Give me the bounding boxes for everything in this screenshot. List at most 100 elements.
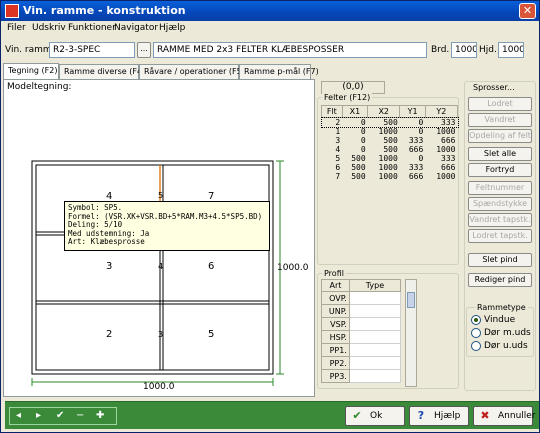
felter-cell: 0 <box>418 154 424 163</box>
menu-bar: Filer Udskriv Funktioner Navigator Hjælp <box>1 21 539 37</box>
profil-row[interactable]: OVP. <box>321 291 402 305</box>
felter-cell: 500 <box>383 118 398 127</box>
record-navigator: ◂ ▸ ✔ − ✚ <box>9 407 117 425</box>
radio-doer-m-uds[interactable] <box>471 328 481 338</box>
tab-raavare[interactable]: Råvare / operationer (F5) <box>139 64 245 79</box>
sprosser-button[interactable]: Slet alle <box>468 147 532 161</box>
felter-title: Felter (F12) <box>322 93 373 102</box>
felter-row[interactable]: 4 0 500 666 1000 <box>322 145 458 154</box>
sprosser-button[interactable]: Vandret <box>468 113 532 127</box>
felter-cell: 2 <box>335 118 341 127</box>
radio-label: Vindue <box>484 315 516 325</box>
profil-type[interactable] <box>348 369 402 383</box>
sprosser-button[interactable]: Opdeling af felt <box>468 129 532 143</box>
radio-doer-u-uds[interactable] <box>471 341 481 351</box>
tab-ramme-diverse[interactable]: Ramme diverse (F4) <box>59 64 145 79</box>
menu-hjaelp[interactable]: Hjælp <box>159 23 185 33</box>
radio-vindue[interactable] <box>471 315 481 325</box>
felter-cell: 500 <box>351 154 366 163</box>
profil-scrollbar[interactable] <box>405 279 417 387</box>
help-button[interactable]: ? Hjælp <box>409 406 469 426</box>
profil-type[interactable] <box>348 291 402 305</box>
profil-title: Profil <box>322 269 346 278</box>
felter-col[interactable]: X2 <box>367 105 401 118</box>
confirm-icon[interactable]: ✔ <box>56 410 64 421</box>
felter-col[interactable]: Flt <box>321 105 343 118</box>
profil-col[interactable]: Art <box>321 279 350 292</box>
profil-row[interactable]: PP3. <box>321 369 402 383</box>
sprosser-button[interactable]: Lodret tapstk. <box>468 229 532 243</box>
next-icon[interactable]: ▸ <box>36 410 41 421</box>
sprosser-button[interactable]: Fortryd <box>468 163 532 177</box>
drawing-area[interactable]: Modeltegning: 4 5 7 3 4 6 2 3 5 1000.0 1… <box>3 79 315 397</box>
bottom-bar: ◂ ▸ ✔ − ✚ ✔ Ok ? Hjælp ✖ Annuller <box>5 401 539 429</box>
browse-button[interactable]: ... <box>137 42 151 58</box>
felter-cell: 1000 <box>378 154 398 163</box>
ok-button[interactable]: ✔ Ok <box>345 406 405 426</box>
profil-art: PP3. <box>321 369 350 383</box>
add-icon[interactable]: ✚ <box>96 410 104 421</box>
felter-row[interactable]: 3 0 500 333 666 <box>322 136 458 145</box>
frame-outer <box>31 160 274 375</box>
tab-ramme-pmaal[interactable]: Ramme p-mål (F7) <box>239 64 319 79</box>
profil-row[interactable]: PP2. <box>321 356 402 370</box>
menu-funktioner[interactable]: Funktioner <box>68 23 116 33</box>
menu-filer[interactable]: Filer <box>7 23 26 33</box>
profil-art: HSP. <box>321 330 350 344</box>
profil-type[interactable] <box>348 317 402 331</box>
sprosser-button[interactable]: Rediger pind <box>468 273 532 287</box>
menu-udskriv[interactable]: Udskriv <box>32 23 66 33</box>
felter-row[interactable]: 6 500 1000 333 666 <box>322 163 458 172</box>
profil-scroll-thumb[interactable] <box>407 292 415 308</box>
profil-row[interactable]: HSP. <box>321 330 402 344</box>
profil-row[interactable]: VSP. <box>321 317 402 331</box>
window-title: Vin. ramme - konstruktion <box>23 4 186 17</box>
help-icon: ? <box>417 409 425 422</box>
sprosser-button[interactable]: Feltnummer <box>468 181 532 195</box>
felter-row[interactable]: 7 500 1000 666 1000 <box>322 172 458 181</box>
cell-label: 3 <box>158 330 164 339</box>
felter-row[interactable]: 2 0 500 0 333 <box>320 116 459 128</box>
profil-type[interactable] <box>348 330 402 344</box>
felter-cell: 333 <box>408 136 424 145</box>
profil-art: PP1. <box>321 343 350 357</box>
check-icon: ✔ <box>352 409 362 422</box>
brd-field[interactable]: 1000 <box>451 42 477 58</box>
profil-row[interactable]: UNP. <box>321 304 402 318</box>
profil-table[interactable]: Art Type OVP. UNP. VSP. HSP. PP1. PP2. PP3. <box>321 279 402 383</box>
ok-label: Ok <box>370 411 383 421</box>
hjd-label: Hjd. <box>479 45 497 55</box>
menu-navigator[interactable]: Navigator <box>114 23 158 33</box>
delete-icon[interactable]: − <box>76 410 84 421</box>
profil-type[interactable] <box>348 304 402 318</box>
prev-icon[interactable]: ◂ <box>16 410 21 421</box>
felter-table[interactable]: Flt X1 X2 Y1 Y2 2 0 500 0 333 1 0 1000 0 1000 3 0 50… <box>320 105 459 181</box>
profil-type[interactable] <box>348 356 402 370</box>
felter-row[interactable]: 5 500 1000 0 333 <box>322 154 458 163</box>
profil-row[interactable]: PP1. <box>321 343 402 357</box>
profil-col[interactable]: Type <box>348 279 402 292</box>
description-field[interactable]: RAMME MED 2x3 FELTER KLÆBESPOSSER <box>153 42 427 58</box>
felter-cell: 1 <box>335 127 341 136</box>
code-field[interactable]: R2-3-SPEC <box>49 42 135 58</box>
felter-cell: 1000 <box>378 127 398 136</box>
sprosser-button[interactable]: Lodret <box>468 97 532 111</box>
felter-col[interactable]: X1 <box>341 105 369 118</box>
cancel-button[interactable]: ✖ Annuller <box>473 406 536 426</box>
felter-cell: 1000 <box>378 163 398 172</box>
sprosser-button[interactable]: Slet pind <box>468 253 532 267</box>
sprosser-button[interactable]: Spændstykke <box>468 197 532 211</box>
felter-row[interactable]: 1 0 1000 0 1000 <box>322 127 458 136</box>
profil-type[interactable] <box>348 343 402 357</box>
felter-cell: 0 <box>418 118 424 127</box>
cell-label: 6 <box>208 261 215 272</box>
felter-col[interactable]: Y1 <box>399 105 426 118</box>
close-button[interactable]: ✕ <box>519 3 536 19</box>
sprosser-button[interactable]: Vandret tapstk. <box>468 213 532 227</box>
tab-tegning[interactable]: Tegning (F2) <box>3 63 59 79</box>
window: Vin. ramme - konstruktion ✕ Filer Udskri… <box>0 0 540 433</box>
felter-cell: 666 <box>408 172 424 181</box>
felter-col[interactable]: Y2 <box>424 105 459 118</box>
hjd-field[interactable]: 1000 <box>498 42 524 58</box>
felter-cell: 500 <box>351 163 366 172</box>
